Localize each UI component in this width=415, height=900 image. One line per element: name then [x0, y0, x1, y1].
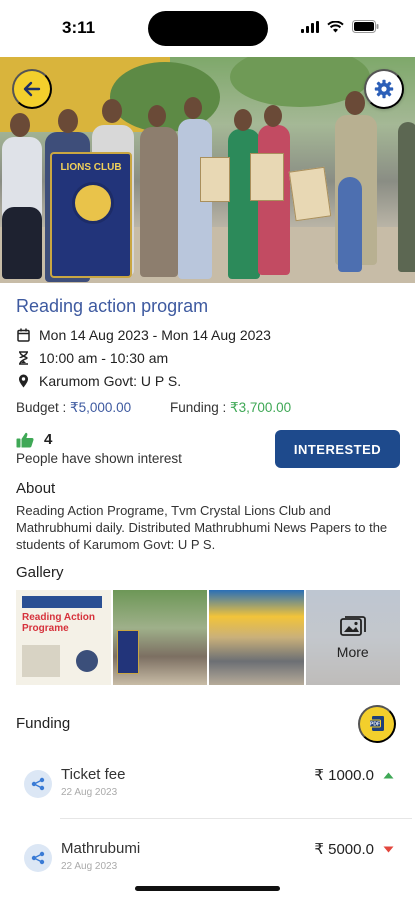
- location-pin-icon: [16, 374, 30, 388]
- pdf-icon: PDF: [369, 716, 384, 731]
- dynamic-island: [148, 11, 268, 46]
- settings-button[interactable]: [364, 69, 404, 109]
- funding-item[interactable]: Mathrubumi 22 Aug 2023 ₹ 5000.0: [24, 838, 400, 888]
- back-button[interactable]: [12, 69, 52, 109]
- about-text: Reading Action Programe, Tvm Crystal Lio…: [16, 503, 388, 552]
- image-gallery-icon: [339, 615, 366, 636]
- gallery-heading: Gallery: [16, 564, 64, 581]
- gallery-more-overlay: More: [305, 590, 400, 685]
- about-heading: About: [16, 480, 56, 497]
- gallery-image-group-photo[interactable]: [112, 590, 207, 685]
- hero-person-head: [345, 91, 365, 115]
- funding-item[interactable]: Ticket fee 22 Aug 2023 ₹ 1000.0: [24, 764, 400, 814]
- status-icons: [301, 20, 379, 33]
- event-date-row: Mon 14 Aug 2023 - Mon 14 Aug 2023: [16, 327, 271, 343]
- funding-item-amount: ₹ 5000.0: [314, 841, 374, 858]
- event-location-row: Karumom Govt: U P S.: [16, 373, 181, 389]
- arrow-left-icon: [23, 81, 41, 97]
- hero-person-head: [58, 109, 78, 133]
- status-bar: 3:11: [0, 0, 415, 56]
- thumbs-up-icon: [16, 432, 34, 447]
- event-dates: Mon 14 Aug 2023 - Mon 14 Aug 2023: [39, 327, 271, 343]
- more-label: More: [336, 643, 369, 660]
- funding-heading: Funding: [16, 715, 71, 732]
- calendar-icon: [16, 328, 30, 342]
- interested-button[interactable]: INTERESTED: [275, 430, 400, 468]
- svg-text:PDF: PDF: [370, 722, 380, 728]
- event-time: 10:00 am - 10:30 am: [39, 350, 169, 366]
- funding-divider: [60, 818, 412, 819]
- funding-item-date: 22 Aug 2023: [61, 787, 118, 798]
- hero-person: [2, 207, 42, 279]
- poster-header: [22, 596, 102, 608]
- funding-value: ₹3,700.00: [230, 400, 292, 415]
- status-time: 3:11: [62, 18, 96, 37]
- hero-person-head: [10, 113, 30, 137]
- likes-count: 4: [44, 431, 53, 448]
- poster-title: Reading Action Programe: [22, 612, 95, 634]
- photo-banner: [116, 630, 139, 674]
- wifi-icon: [327, 20, 344, 32]
- hero-placard: [250, 153, 284, 201]
- share-nodes-icon: [24, 844, 52, 872]
- signal-icon: [301, 20, 319, 33]
- gallery: Reading Action Programe More: [16, 590, 400, 685]
- hourglass-icon: [16, 351, 30, 365]
- hero-person-head: [264, 105, 282, 127]
- gallery-image-poster[interactable]: Reading Action Programe: [16, 590, 111, 685]
- hero-person-head: [184, 97, 202, 119]
- gallery-more-tile[interactable]: More: [305, 590, 400, 685]
- home-indicator: [135, 886, 280, 891]
- gallery-image-school[interactable]: [209, 590, 304, 685]
- hero-person: [228, 129, 260, 279]
- event-title: Reading action program: [16, 296, 209, 316]
- funding-item-amount: ₹ 1000.0: [314, 767, 374, 784]
- likes-row: 4: [16, 431, 52, 448]
- hero-placard: [288, 166, 332, 222]
- event-time-row: 10:00 am - 10:30 am: [16, 350, 168, 366]
- poster-photo: [76, 650, 98, 672]
- banner-text: LIONS CLUB: [60, 162, 122, 173]
- funding-item-date: 22 Aug 2023: [61, 861, 118, 872]
- hero-person-head: [234, 109, 252, 131]
- share-nodes-icon: [24, 770, 52, 798]
- lions-logo: [72, 182, 114, 224]
- funding-label: Funding :: [170, 400, 231, 415]
- budget-value: ₹5,000.00: [70, 400, 132, 415]
- budget-info: Budget : ₹5,000.00: [16, 400, 131, 416]
- event-location: Karumom Govt: U P S.: [39, 373, 182, 389]
- hero-person-head: [148, 105, 166, 127]
- hero-placard: [200, 157, 230, 202]
- hero-person: [398, 122, 415, 272]
- pdf-download-button[interactable]: PDF: [358, 705, 396, 743]
- poster-image: [22, 645, 60, 677]
- hero-child: [338, 177, 362, 272]
- funding-info: Funding : ₹3,700.00: [170, 400, 291, 416]
- budget-label: Budget :: [16, 400, 71, 415]
- funding-item-name: Mathrubumi: [61, 840, 141, 857]
- gear-icon: [374, 79, 394, 99]
- interest-text: People have shown interest: [16, 451, 182, 466]
- trend-down-icon: [383, 846, 394, 853]
- battery-icon: [352, 20, 379, 33]
- hero-person: [140, 127, 178, 277]
- trend-up-icon: [383, 772, 394, 779]
- hero-person-head: [102, 99, 122, 123]
- lions-club-banner: LIONS CLUB: [50, 152, 132, 278]
- funding-item-name: Ticket fee: [61, 766, 126, 783]
